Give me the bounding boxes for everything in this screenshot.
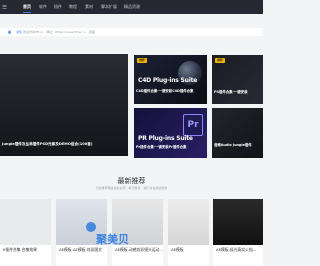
top-navigation-bar: 首页 软件 插件 教程 素材 脚本扩展 精品资源 xyxy=(0,0,263,14)
bell-icon xyxy=(7,30,12,35)
section-subtitle: 为您推荐精选最新资源 · 每日更新，我们将会持续更新 xyxy=(95,186,168,190)
notice-bar: 通知 欢迎访问Eff.cn · 网址：https://www.fdcer.cn … xyxy=(0,28,263,36)
card-thumbnail xyxy=(213,199,263,245)
nav-item-plugins[interactable]: 插件 xyxy=(54,4,62,9)
featured-tile-ps[interactable]: 推荐 PS插件合集-一键安装 xyxy=(212,55,263,104)
nav-item-scripts[interactable]: 脚本扩展 xyxy=(101,4,117,9)
featured-tile-pr[interactable]: Pr PR Plug-ins Suite Pr插件合集-一键安装Pr插件合集 xyxy=(134,108,207,158)
notice-message[interactable]: 欢迎访问Eff.cn · 网址：https://www.fdcer.cn · 收… xyxy=(23,30,95,34)
watermark-logo-icon xyxy=(86,222,96,232)
featured-tile-c4d[interactable]: 推荐 C4D Plug-ins Suite C4D插件合集-一键安装C4D插件合… xyxy=(134,55,207,104)
premiere-logo-icon: Pr xyxy=(183,114,203,136)
pr-title: PR Plug-ins Suite xyxy=(138,135,193,142)
nav-item-premium[interactable]: 精品资源 xyxy=(124,4,140,9)
resource-card[interactable]: AE模板-极光真实火焰... xyxy=(213,199,263,266)
watermark-text: 聚美贝 xyxy=(96,233,129,246)
card-caption[interactable]: AE模板-AE模板-炫彩图文 xyxy=(59,247,102,252)
section-title: 最新推荐 xyxy=(117,177,146,185)
nav-item-home[interactable]: 首页 xyxy=(23,4,31,9)
card-thumbnail xyxy=(0,199,51,245)
c4d-title: C4D Plug-ins Suite xyxy=(138,77,198,84)
card-caption[interactable]: AE模板-极光真实火焰... xyxy=(216,247,256,252)
card-caption[interactable]: E插件合集 合集效果 xyxy=(3,247,37,252)
audio-caption[interactable]: 音频Audio jungle插件 xyxy=(214,143,252,147)
pr-caption[interactable]: Pr插件合集-一键安装Pr插件合集 xyxy=(136,145,186,149)
c4d-caption[interactable]: C4D插件合集-一键安装C4D插件合集 xyxy=(136,89,193,93)
nav-item-software[interactable]: 软件 xyxy=(39,4,47,9)
card-caption[interactable]: AE模板-动感炫彩镜头运动... xyxy=(115,247,163,252)
resource-card[interactable]: AE模板 xyxy=(168,199,209,266)
notice-tag: 通知 xyxy=(16,30,23,34)
resource-card[interactable]: E插件合集 合集效果 xyxy=(0,199,51,266)
ps-caption[interactable]: PS插件合集-一键安装 xyxy=(214,90,247,94)
card-caption[interactable]: AE模板 xyxy=(171,247,184,252)
featured-main[interactable]: Jungle插件及丛林插件PSD元素及DEMO组合(100套) xyxy=(0,54,128,156)
featured-tile-audio[interactable]: 音频Audio jungle插件 xyxy=(212,108,263,158)
featured-main-image xyxy=(0,54,128,156)
featured-main-caption[interactable]: Jungle插件及丛林插件PSD元素及DEMO组合(100套) xyxy=(2,142,92,146)
nav-item-materials[interactable]: 素材 xyxy=(85,4,93,9)
menu-icon[interactable] xyxy=(2,4,7,9)
recommend-badge: 推荐 xyxy=(215,58,225,63)
recommend-badge: 推荐 xyxy=(137,58,147,63)
nav-item-tutorials[interactable]: 教程 xyxy=(69,4,77,9)
notice-text: 通知 欢迎访问Eff.cn · 网址：https://www.fdcer.cn … xyxy=(16,30,95,34)
card-thumbnail xyxy=(168,199,209,245)
active-nav-indicator xyxy=(23,12,31,13)
